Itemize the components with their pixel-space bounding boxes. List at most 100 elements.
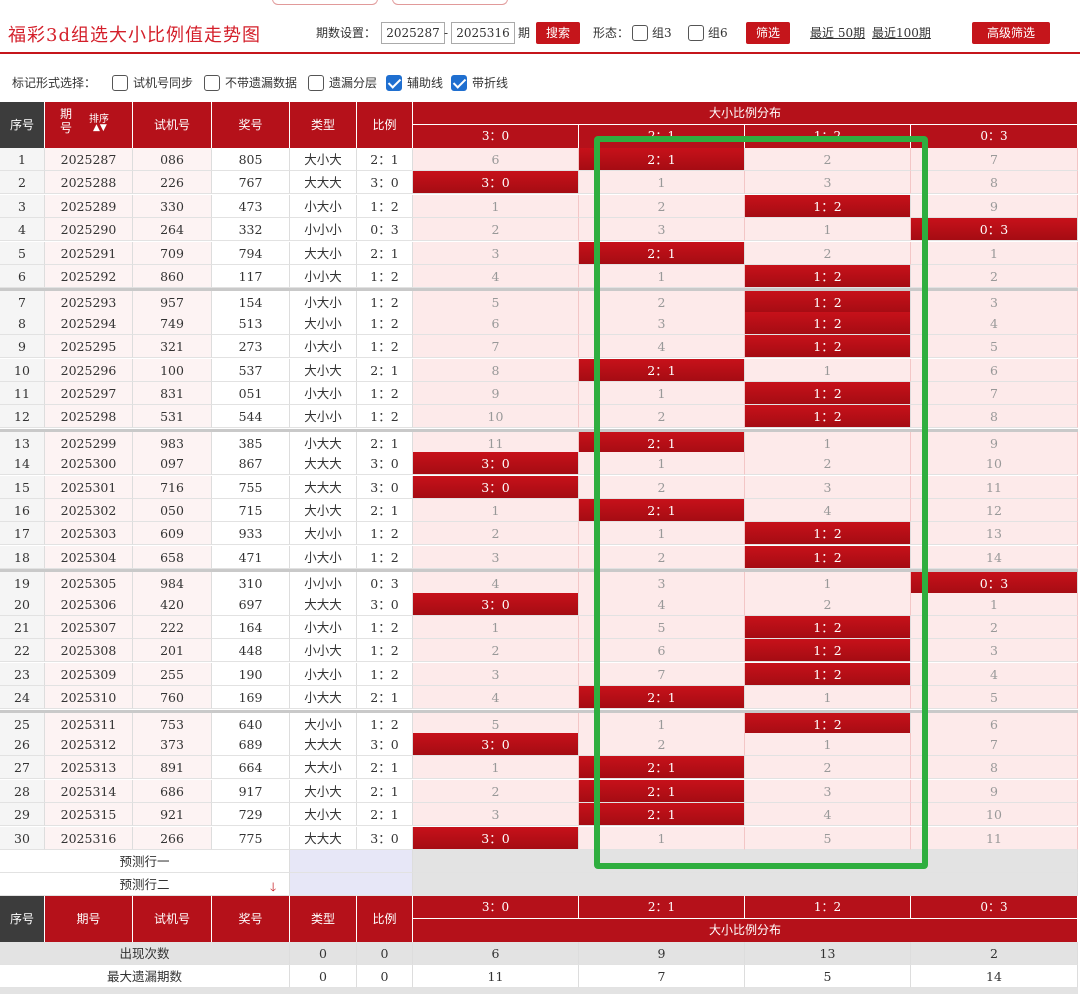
cell-period: 2025288 <box>45 171 133 195</box>
mark-layer-label: 遗漏分层 <box>329 76 378 90</box>
recent50-link[interactable]: 最近 50期 <box>810 22 865 44</box>
cell-test: 609 <box>133 522 212 546</box>
dist-hit-30: 3：0 <box>413 452 579 476</box>
stats-count-label: 出现次数 <box>0 942 290 965</box>
cell-period: 2025302 <box>45 499 133 522</box>
dist-miss-21: 1 <box>579 171 745 195</box>
dist-miss-03: 10 <box>911 803 1078 827</box>
period-unit: 期 <box>518 26 531 40</box>
stats-count-12: 13 <box>745 942 911 965</box>
dist-miss-21: 1 <box>579 522 745 546</box>
period-to-input[interactable]: 2025316 <box>451 22 515 44</box>
predict-row-2-input[interactable] <box>290 873 413 896</box>
page-title: 福彩3d组选大小比例值走势图 <box>8 25 261 46</box>
table-row: 26 2025312 373 689 大大大 3：0 3：0 2 1 7 <box>0 733 1078 756</box>
dist-miss-30: 2 <box>413 639 579 663</box>
cell-period: 2025306 <box>45 592 133 616</box>
mark-guide-checkbox[interactable] <box>386 75 402 91</box>
cell-period: 2025291 <box>45 241 133 265</box>
cell-prize: 169 <box>212 686 290 710</box>
cell-seq: 17 <box>0 522 45 546</box>
cell-ratio: 1：2 <box>357 662 413 686</box>
dist-miss-30: 2 <box>413 522 579 546</box>
dist-miss-30: 10 <box>413 405 579 429</box>
cell-seq: 30 <box>0 826 45 850</box>
cell-seq: 10 <box>0 358 45 382</box>
cell-type: 大小大 <box>290 779 357 803</box>
cell-type: 大大大 <box>290 733 357 756</box>
table-row: 2 2025288 226 767 大大大 3：0 3：0 1 3 8 <box>0 171 1078 195</box>
mark-nomiss-checkbox[interactable] <box>204 75 220 91</box>
cell-prize: 767 <box>212 171 290 195</box>
table-row: 4 2025290 264 332 小小小 0：3 2 3 1 0：3 <box>0 218 1078 242</box>
dist-miss-30: 1 <box>413 616 579 639</box>
cell-test: 760 <box>133 686 212 710</box>
cell-prize: 917 <box>212 779 290 803</box>
table-row: 27 2025313 891 664 大大小 2：1 1 2：1 2 8 <box>0 756 1078 780</box>
table-row: 18 2025304 658 471 小大小 1：2 3 2 1：2 14 <box>0 545 1078 569</box>
stats-maxmiss-12: 5 <box>745 965 911 988</box>
cell-prize: 332 <box>212 218 290 242</box>
cell-ratio: 2：1 <box>357 241 413 265</box>
footer-type: 类型 <box>290 896 357 942</box>
mark-sync-checkbox[interactable] <box>112 75 128 91</box>
cell-period: 2025295 <box>45 335 133 359</box>
top-tab-stub-right[interactable] <box>392 0 508 5</box>
dist-miss-30: 3 <box>413 662 579 686</box>
cell-seq: 14 <box>0 452 45 476</box>
top-tab-stub-left[interactable] <box>272 0 378 5</box>
header-period[interactable]: 期号 排序 ▲▼ <box>45 102 133 148</box>
dist-miss-30: 1 <box>413 756 579 780</box>
dist-miss-30: 4 <box>413 686 579 710</box>
cell-period: 2025301 <box>45 475 133 499</box>
dist-miss-12: 2 <box>745 452 911 476</box>
dist-miss-03: 7 <box>911 733 1078 756</box>
footer-period: 期号 <box>45 896 133 942</box>
cell-ratio: 2：1 <box>357 779 413 803</box>
cell-prize: 729 <box>212 803 290 827</box>
cell-test: 100 <box>133 358 212 382</box>
dist-hit-21: 2：1 <box>579 803 745 827</box>
predict-row-1-input[interactable] <box>290 850 413 873</box>
group6-checkbox[interactable] <box>688 25 704 41</box>
cell-period: 2025303 <box>45 522 133 546</box>
sort-arrows-icon[interactable]: ▲▼ <box>93 123 107 133</box>
cell-prize: 164 <box>212 616 290 639</box>
cell-test: 086 <box>133 148 212 171</box>
search-button[interactable]: 搜索 <box>536 22 580 44</box>
cell-test: 921 <box>133 803 212 827</box>
dist-miss-21: 7 <box>579 662 745 686</box>
predict-row-2-dist <box>413 873 1078 896</box>
cell-ratio: 1：2 <box>357 311 413 335</box>
dist-miss-21: 4 <box>579 335 745 359</box>
header-dist-title: 大小比例分布 <box>413 102 1078 125</box>
mark-layer-checkbox[interactable] <box>308 75 324 91</box>
mark-polyline-checkbox[interactable] <box>451 75 467 91</box>
dist-hit-12: 1：2 <box>745 194 911 218</box>
dist-miss-03: 9 <box>911 194 1078 218</box>
advanced-filter-button[interactable]: 高级筛选 <box>972 22 1050 44</box>
dist-hit-30: 3：0 <box>413 826 579 850</box>
period-label: 期数设置： <box>316 26 377 40</box>
group3-checkbox[interactable] <box>632 25 648 41</box>
cell-test: 255 <box>133 662 212 686</box>
header-bar: 福彩3d组选大小比例值走势图 期数设置： 2025287 - 2025316 期… <box>0 12 1080 54</box>
cell-seq: 21 <box>0 616 45 639</box>
dist-miss-12: 2 <box>745 592 911 616</box>
cell-period: 2025304 <box>45 545 133 569</box>
recent100-link[interactable]: 最近100期 <box>872 22 931 44</box>
cell-test: 321 <box>133 335 212 359</box>
cell-prize: 933 <box>212 522 290 546</box>
cell-type: 小大小 <box>290 335 357 359</box>
cell-type: 小大小 <box>290 545 357 569</box>
footer-dist-title: 大小比例分布 <box>413 919 1078 942</box>
period-from-input[interactable]: 2025287 <box>381 22 445 44</box>
cell-prize: 867 <box>212 452 290 476</box>
filter-button[interactable]: 筛选 <box>746 22 790 44</box>
table-row: 14 2025300 097 867 大大大 3：0 3：0 1 2 10 <box>0 452 1078 476</box>
dist-miss-03: 4 <box>911 311 1078 335</box>
header-period-label: 期号 <box>59 107 72 135</box>
dist-hit-21: 2：1 <box>579 358 745 382</box>
cell-period: 2025315 <box>45 803 133 827</box>
cell-test: 264 <box>133 218 212 242</box>
